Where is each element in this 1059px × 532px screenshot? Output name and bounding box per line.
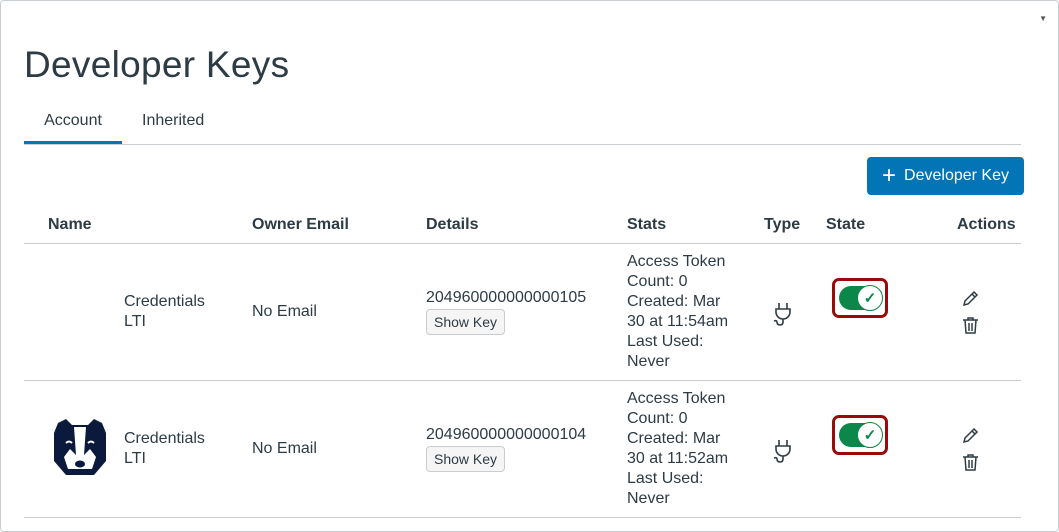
- col-header-stats: Stats: [627, 216, 667, 233]
- stats: Access Token Count: 0 Created: Mar 30 at 11…: [627, 253, 729, 370]
- add-developer-key-button[interactable]: + Developer Key: [867, 157, 1024, 195]
- add-button-label: Developer Key: [904, 167, 1009, 184]
- tab-bar: Account Inherited: [24, 108, 1021, 145]
- row-divider: [24, 380, 1021, 381]
- col-header-details: Details: [426, 216, 479, 233]
- plug-icon: [773, 440, 791, 463]
- state-toggle[interactable]: ✓: [832, 278, 888, 318]
- tab-inherited[interactable]: Inherited: [142, 112, 204, 144]
- col-header-state: State: [826, 216, 866, 233]
- key-name: Credentials LTI: [124, 293, 205, 330]
- edit-pencil-icon[interactable]: [962, 426, 980, 444]
- page-title: Developer Keys: [24, 44, 290, 85]
- caret-down-icon[interactable]: ▼: [1039, 14, 1047, 23]
- check-icon: ✓: [857, 285, 883, 311]
- check-icon: ✓: [857, 422, 883, 448]
- col-header-type: Type: [764, 216, 801, 233]
- badger-logo-icon: [54, 419, 106, 475]
- tab-account[interactable]: Account: [24, 112, 122, 144]
- key-name: Credentials LTI: [124, 430, 205, 467]
- plus-icon: +: [882, 162, 897, 189]
- edit-pencil-icon[interactable]: [962, 289, 980, 307]
- col-header-owner-email: Owner Email: [252, 216, 349, 233]
- trash-icon[interactable]: [962, 453, 979, 471]
- col-header-name: Name: [48, 216, 92, 233]
- show-key-button[interactable]: Show Key: [426, 309, 506, 335]
- stats: Access Token Count: 0 Created: Mar 30 at 11…: [627, 390, 729, 507]
- row-divider: [24, 517, 1021, 518]
- state-toggle[interactable]: ✓: [832, 415, 888, 455]
- owner-email: No Email: [252, 440, 317, 457]
- divider: [24, 243, 1021, 244]
- plug-icon: [773, 303, 791, 326]
- key-id: 204960000000000104: [426, 426, 587, 443]
- col-header-actions: Actions: [957, 216, 1016, 233]
- trash-icon[interactable]: [962, 316, 979, 334]
- owner-email: No Email: [252, 303, 317, 320]
- show-key-button[interactable]: Show Key: [426, 446, 506, 472]
- key-id: 204960000000000105: [426, 289, 587, 306]
